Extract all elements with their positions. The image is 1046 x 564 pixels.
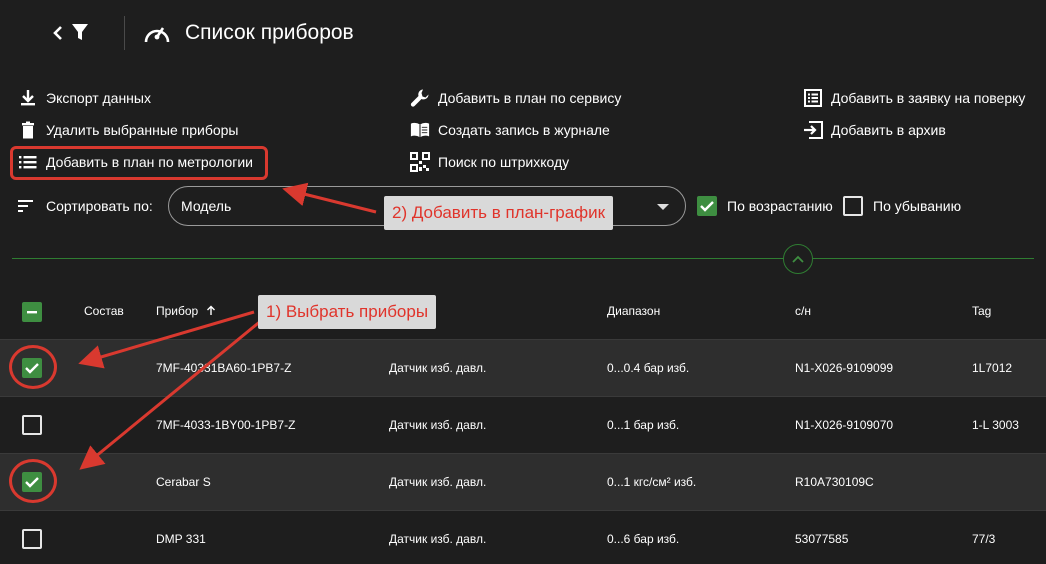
column-header-composition[interactable]: Состав	[84, 304, 124, 318]
column-header-device[interactable]: Прибор	[156, 304, 216, 318]
cell-range: 0...6 бар изб.	[607, 532, 680, 546]
ascending-label: По возрастанию	[727, 198, 833, 214]
delete-selected-button[interactable]: Удалить выбранные приборы	[18, 118, 238, 142]
cell-range: 0...0.4 бар изб.	[607, 361, 690, 375]
sort-label: Сортировать по:	[18, 194, 153, 218]
descending-checkbox[interactable]	[843, 196, 863, 216]
add-to-archive-label: Добавить в архив	[831, 122, 946, 138]
column-header-device-label: Прибор	[156, 304, 199, 318]
cell-tag: 77/3	[972, 532, 996, 546]
add-to-verification-request-label: Добавить в заявку на поверку	[831, 90, 1026, 106]
cell-device: Cerabar S	[156, 475, 211, 489]
table-row[interactable]: 7MF-40331BA60-1PB7-Z Датчик изб. давл. 0…	[0, 339, 1046, 396]
dropdown-caret-icon	[657, 204, 669, 210]
add-to-verification-request-button[interactable]: Добавить в заявку на поверку	[803, 86, 1025, 110]
create-journal-entry-button[interactable]: Создать запись в журнале	[410, 118, 610, 142]
cell-tag: 1L7012	[972, 361, 1013, 375]
create-journal-entry-label: Создать запись в журнале	[438, 122, 610, 138]
cell-range: 0...1 кгс/см² изб.	[607, 475, 697, 489]
page-title: Список приборов	[185, 21, 354, 44]
selection-highlight-circle	[9, 459, 57, 503]
cell-device: DMP 331	[156, 532, 206, 546]
selection-highlight-circle	[9, 345, 57, 389]
section-divider	[12, 258, 1034, 259]
export-data-button[interactable]: Экспорт данных	[18, 86, 151, 110]
column-header-tag[interactable]: Tag	[972, 304, 991, 318]
app-header: Список приборов	[0, 0, 1046, 66]
cell-type: Датчик изб. давл.	[389, 361, 487, 375]
cell-type: Датчик изб. давл.	[389, 418, 487, 432]
row-checkbox[interactable]	[22, 415, 42, 435]
table-row[interactable]: Cerabar S Датчик изб. давл. 0...1 кгс/см…	[0, 453, 1046, 510]
sort-icon	[18, 200, 38, 212]
book-icon	[410, 120, 430, 140]
trash-icon	[18, 120, 38, 140]
cell-device: 7MF-40331BA60-1PB7-Z	[156, 361, 292, 375]
wrench-icon	[410, 88, 430, 108]
chevron-left-icon[interactable]	[48, 22, 68, 44]
table-row[interactable]: DMP 331 Датчик изб. давл. 0...6 бар изб.…	[0, 510, 1046, 564]
cell-serial: N1-X026-9109099	[795, 361, 894, 375]
cell-serial: R10A730109C	[795, 475, 874, 489]
delete-selected-label: Удалить выбранные приборы	[46, 122, 239, 138]
column-header-serial[interactable]: с/н	[795, 304, 811, 318]
chevron-up-icon	[792, 255, 804, 263]
qr-icon	[410, 152, 430, 172]
download-icon	[18, 88, 38, 108]
select-all-checkbox[interactable]	[22, 302, 42, 322]
add-to-service-plan-label: Добавить в план по сервису	[438, 90, 622, 106]
cell-type: Датчик изб. давл.	[389, 532, 487, 546]
add-to-service-plan-button[interactable]: Добавить в план по сервису	[410, 86, 621, 110]
add-to-archive-button[interactable]: Добавить в архив	[803, 118, 946, 142]
column-header-range[interactable]: Диапазон	[607, 304, 660, 318]
cell-serial: N1-X026-9109070	[795, 418, 894, 432]
ascending-checkbox[interactable]	[697, 196, 717, 216]
metrology-highlight-box	[10, 146, 268, 180]
sort-arrow-up-icon	[206, 305, 215, 315]
collapse-toggle-button[interactable]	[783, 244, 813, 274]
sort-label-text: Сортировать по:	[46, 198, 153, 214]
cell-type: Датчик изб. давл.	[389, 475, 487, 489]
header-divider	[124, 16, 125, 50]
table-row[interactable]: 7MF-4033-1BY00-1PB7-Z Датчик изб. давл. …	[0, 396, 1046, 453]
row-checkbox[interactable]	[22, 529, 42, 549]
barcode-search-label: Поиск по штрихкоду	[438, 154, 570, 170]
filter-icon[interactable]	[70, 22, 92, 44]
gauge-icon	[142, 20, 172, 46]
sort-field-value: Модель	[181, 198, 232, 214]
cell-tag: 1-L 3003	[972, 418, 1019, 432]
cell-device: 7MF-4033-1BY00-1PB7-Z	[156, 418, 296, 432]
descending-label: По убыванию	[873, 198, 962, 214]
cell-range: 0...1 бар изб.	[607, 418, 680, 432]
cell-serial: 53077585	[795, 532, 849, 546]
callout-step-1: 1) Выбрать приборы	[258, 295, 437, 329]
callout-step-2: 2) Добавить в план-график	[384, 196, 614, 230]
archive-icon	[803, 120, 823, 140]
export-data-label: Экспорт данных	[46, 90, 151, 106]
checklist-icon	[803, 88, 823, 108]
barcode-search-button[interactable]: Поиск по штрихкоду	[410, 150, 569, 174]
